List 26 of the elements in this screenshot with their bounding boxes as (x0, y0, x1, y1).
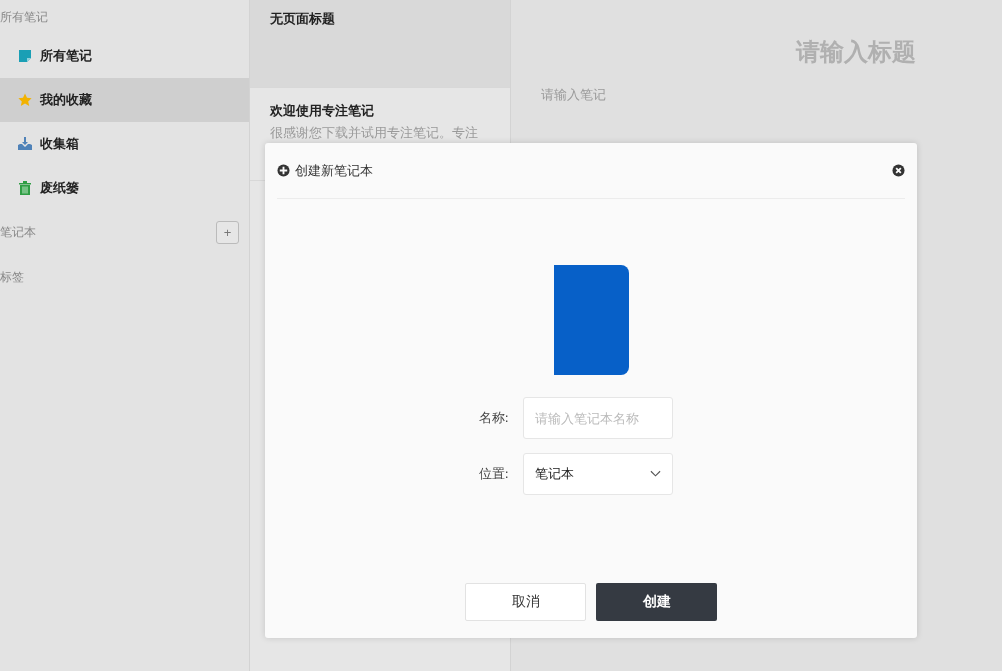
section-heading: 标签 (0, 269, 24, 286)
section-heading: 笔记本 (0, 224, 36, 241)
create-button[interactable]: 创建 (596, 583, 717, 621)
sidebar-heading: 所有笔记 (0, 9, 49, 26)
add-circle-icon (277, 164, 290, 177)
note-title: 欢迎使用专注笔记 (270, 102, 375, 120)
add-button[interactable]: + (216, 221, 239, 244)
trash-icon (18, 181, 32, 195)
dialog-title: 创建新笔记本 (295, 161, 374, 180)
field-label: 名称: (477, 409, 509, 427)
cancel-button[interactable]: 取消 (465, 583, 586, 621)
star-icon (18, 93, 32, 107)
note-title: 无页面标题 (270, 10, 336, 28)
note-item[interactable]: 无页面标题 (250, 0, 510, 88)
sidebar-item[interactable]: 所有笔记 (0, 34, 249, 78)
inbox-icon (18, 137, 32, 151)
sidebar-item[interactable]: 收集箱 (0, 122, 249, 166)
note-icon (18, 49, 32, 63)
note-snippet: 很感谢您下载并试用专注笔记。专注 (270, 124, 479, 142)
location-select[interactable]: 笔记本 (523, 453, 673, 495)
close-icon[interactable] (892, 164, 905, 177)
sidebar-item[interactable]: 废纸篓 (0, 166, 249, 210)
field-label: 位置: (477, 465, 509, 483)
sidebar-item[interactable]: 我的收藏 (0, 78, 249, 122)
chevron-down-icon (650, 470, 661, 478)
name-input[interactable]: 请输入笔记本名称 (523, 397, 673, 439)
